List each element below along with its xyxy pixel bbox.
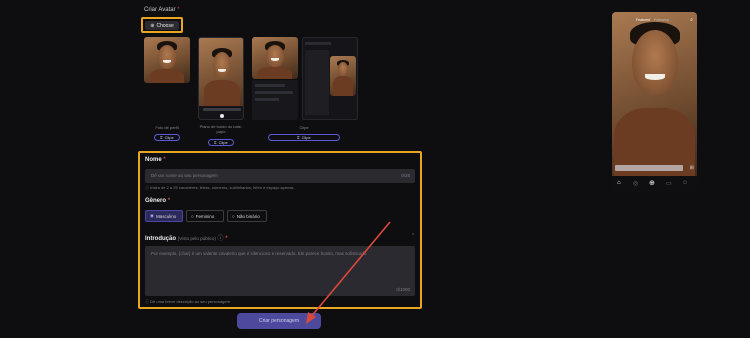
required-mark: * xyxy=(163,157,166,163)
name-hint-text: Insira de 2 a 25 caracteres: letras, núm… xyxy=(150,185,295,190)
gender-label-text: Gênero xyxy=(145,198,167,204)
chat-icon[interactable]: ▭ xyxy=(666,180,672,187)
home-icon[interactable]: ⌂ xyxy=(617,180,621,186)
radio-icon: ○ xyxy=(232,213,235,219)
crop-icon: ⌗ xyxy=(297,135,300,140)
gender-option-label: Feminino xyxy=(195,213,215,219)
clip-button-profile[interactable]: ⌗ Clipe xyxy=(154,134,180,141)
clip-label: Clipe xyxy=(218,140,228,145)
gender-option-male[interactable]: ◉ Masculino xyxy=(145,210,183,222)
create-button-label: Criar personagem xyxy=(258,318,300,324)
preview-tab-featured[interactable]: Featured xyxy=(636,18,650,22)
clip-button-background[interactable]: ⌗ Clipe xyxy=(208,139,234,146)
choose-label: Choose xyxy=(156,22,174,29)
info-icon: ⓘ xyxy=(145,299,149,304)
clip-app-mock xyxy=(302,37,358,120)
radio-selected-icon: ◉ xyxy=(150,213,154,218)
name-counter: 0/25 xyxy=(401,173,410,178)
intro-hint-text: Dê uma breve descrição ao seu personagem xyxy=(150,299,230,304)
chat-background-caption: Plano de fundo do bate-papo xyxy=(199,124,243,134)
name-label-text: Nome xyxy=(145,157,162,163)
search-icon[interactable]: ⌕ xyxy=(690,17,693,23)
info-icon: ⓘ xyxy=(145,185,149,190)
name-label: Nome * xyxy=(145,157,166,163)
crop-icon: ⌗ xyxy=(214,140,217,145)
annotation-arrow xyxy=(306,221,391,324)
crop-icon: ⌗ xyxy=(160,135,163,140)
clip-label: Clipe xyxy=(301,135,311,140)
intro-label-text: Introdução xyxy=(145,236,176,242)
clip-label: Clipe xyxy=(164,135,174,140)
add-icon[interactable]: ⊕ xyxy=(649,179,655,187)
grid-icon[interactable]: ⊞ xyxy=(690,165,694,171)
avatar-label-text: Criar Avatar xyxy=(144,7,176,13)
preview-tab-following[interactable]: Following xyxy=(654,18,669,22)
preview-tab-label: Featured xyxy=(636,18,651,22)
choose-button[interactable]: ⊕ Choose xyxy=(145,21,179,30)
chat-toolbar xyxy=(199,106,243,119)
plus-circle-icon: ⊕ xyxy=(150,22,155,29)
gender-label: Gênero * xyxy=(145,198,170,204)
gender-option-label: Não binário xyxy=(236,213,260,219)
name-hint: ⓘ Insira de 2 a 25 caracteres: letras, n… xyxy=(145,185,295,191)
profile-icon[interactable]: ☺ xyxy=(682,180,688,186)
required-mark: * xyxy=(225,236,228,242)
avatar-section-label: Criar Avatar * xyxy=(144,7,180,13)
profile-photo-preview[interactable] xyxy=(144,37,190,83)
radio-icon: ○ xyxy=(191,213,194,219)
intro-counter: 0/1000 xyxy=(396,287,410,292)
clip-ui-mock xyxy=(252,80,298,120)
phone-preview: Featured Following ⌕ ⊞ ⌂ ◎ ⊕ ▭ ☺ xyxy=(612,12,697,193)
intro-hint: ⓘ Dê uma breve descrição ao seu personag… xyxy=(145,299,230,305)
compass-icon[interactable]: ◎ xyxy=(633,180,638,187)
preview-bottom-nav: ⌂ ◎ ⊕ ▭ ☺ xyxy=(612,176,697,193)
intro-label: Introdução (Visto pelo público) ⓘ * xyxy=(145,233,228,242)
gender-option-label: Masculino xyxy=(155,213,177,219)
name-placeholder: Dê um nome ao seu personagem xyxy=(151,173,218,178)
intro-sub-label: (Visto pelo público) xyxy=(177,236,216,241)
gender-option-female[interactable]: ○ Feminino xyxy=(186,210,224,222)
collapse-chevron-icon[interactable]: ⌃ xyxy=(411,233,415,239)
name-input[interactable]: Dê um nome ao seu personagem 0/25 xyxy=(145,169,415,183)
preview-input-bar xyxy=(615,165,683,171)
clip-photo-preview[interactable] xyxy=(252,37,298,79)
gender-option-nonbinary[interactable]: ○ Não binário xyxy=(227,210,267,222)
profile-photo-caption: Foto de perfil xyxy=(155,125,179,130)
preview-tab-label: Following xyxy=(654,18,669,22)
preview-avatar-image xyxy=(612,12,697,176)
clip-caption: Clipe xyxy=(299,125,309,130)
help-icon: ⓘ xyxy=(217,236,224,242)
chat-background-preview[interactable] xyxy=(198,37,244,120)
required-mark: * xyxy=(167,198,171,204)
choose-highlight: ⊕ Choose xyxy=(141,17,183,33)
required-mark: * xyxy=(177,7,180,13)
clip-button-clip[interactable]: ⌗ Clipe xyxy=(268,134,340,141)
